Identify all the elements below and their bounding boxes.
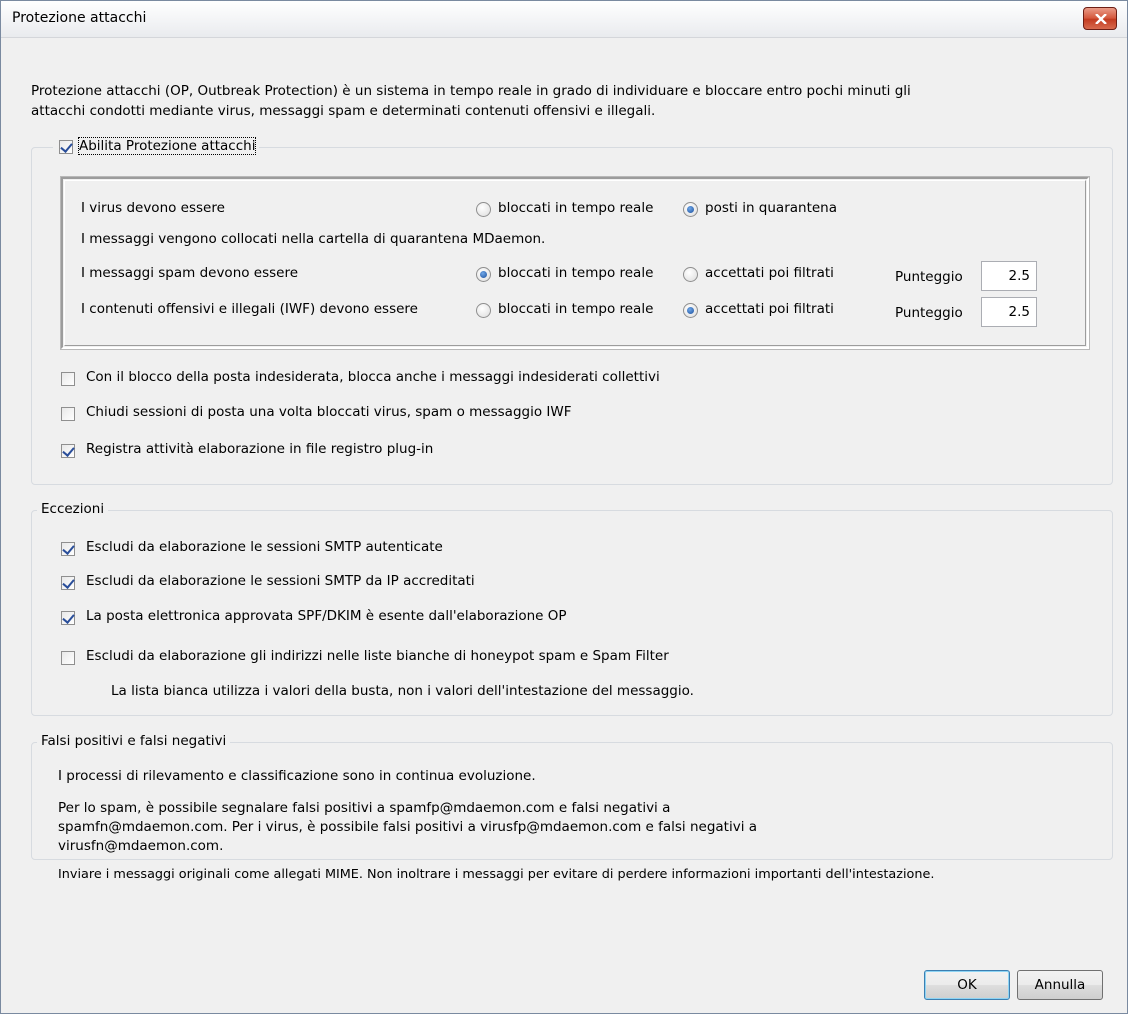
enable-label: Abilita Protezione attacchi (77, 137, 257, 155)
iwf-accept-label[interactable]: accettati poi filtrati (705, 301, 834, 317)
window-title: Protezione attacchi (12, 10, 147, 26)
fp-para-2-line-1: Per lo spam, è possibile segnalare falsi… (58, 800, 671, 816)
spam-block-label[interactable]: bloccati in tempo reale (498, 265, 653, 281)
iwf-block-label[interactable]: bloccati in tempo reale (498, 301, 653, 317)
ok-button[interactable]: OK (924, 970, 1010, 1000)
exclude-auth-label[interactable]: Escludi da elaborazione le sessioni SMTP… (86, 539, 443, 555)
bulk-spam-label[interactable]: Con il blocco della posta indesiderata, … (86, 369, 660, 385)
fp-para-2-line-2: spamfn@mdaemon.com. Per i virus, è possi… (58, 819, 758, 835)
log-activity-label[interactable]: Registra attività elaborazione in file r… (86, 441, 433, 457)
fp-para-2-line-3: virusfn@mdaemon.com. (58, 838, 224, 854)
title-bar: Protezione attacchi (1, 1, 1127, 38)
false-positives-legend: Falsi positivi e falsi negativi (37, 733, 231, 749)
fp-para-1: I processi di rilevamento e classificazi… (58, 768, 536, 784)
iwf-label: I contenuti offensivi e illegali (IWF) d… (81, 301, 418, 317)
whitelist-note: La lista bianca utilizza i valori della … (111, 683, 694, 699)
spam-accept-label[interactable]: accettati poi filtrati (705, 265, 834, 281)
quarantine-note: I messaggi vengono collocati nella carte… (81, 231, 546, 247)
enable-checkbox[interactable] (59, 140, 73, 154)
virus-block-radio[interactable] (476, 202, 491, 217)
enable-legend: Abilita Protezione attacchi (53, 137, 260, 155)
cancel-button[interactable]: Annulla (1017, 970, 1103, 1000)
virus-quarantine-label[interactable]: posti in quarantena (705, 200, 837, 216)
exclude-trusted-ip-checkbox[interactable] (61, 576, 75, 590)
close-sessions-checkbox[interactable] (61, 407, 75, 421)
fp-para-3: Inviare i messaggi originali come allega… (58, 867, 935, 882)
exclude-whitelist-label[interactable]: Escludi da elaborazione gli indirizzi ne… (86, 648, 669, 664)
description-line-2: attacchi condotti mediante virus, messag… (31, 103, 656, 119)
spam-score-input[interactable]: 2.5 (981, 261, 1037, 291)
close-button[interactable] (1083, 7, 1117, 30)
spam-accept-radio[interactable] (683, 267, 698, 282)
iwf-accept-radio[interactable] (683, 303, 698, 318)
virus-block-label[interactable]: bloccati in tempo reale (498, 200, 653, 216)
exclude-trusted-ip-label[interactable]: Escludi da elaborazione le sessioni SMTP… (86, 573, 475, 589)
description: Protezione attacchi (OP, Outbreak Protec… (31, 81, 1091, 121)
iwf-score-label: Punteggio (895, 305, 963, 321)
exceptions-legend: Eccezioni (37, 501, 109, 517)
description-line-1: Protezione attacchi (OP, Outbreak Protec… (31, 83, 911, 99)
bulk-spam-checkbox[interactable] (61, 372, 75, 386)
virus-quarantine-radio[interactable] (683, 202, 698, 217)
close-icon (1095, 14, 1107, 24)
virus-label: I virus devono essere (81, 200, 225, 216)
exclude-auth-checkbox[interactable] (61, 542, 75, 556)
iwf-block-radio[interactable] (476, 303, 491, 318)
spam-block-radio[interactable] (476, 267, 491, 282)
log-activity-checkbox[interactable] (61, 444, 75, 458)
spam-score-label: Punteggio (895, 269, 963, 285)
close-sessions-label[interactable]: Chiudi sessioni di posta una volta blocc… (86, 404, 571, 420)
exclude-whitelist-checkbox[interactable] (61, 651, 75, 665)
iwf-score-input[interactable]: 2.5 (981, 297, 1037, 327)
dialog-window: Protezione attacchi Protezione attacchi … (0, 0, 1128, 1014)
spf-dkim-exempt-label[interactable]: La posta elettronica approvata SPF/DKIM … (86, 608, 567, 624)
spam-label: I messaggi spam devono essere (81, 265, 299, 281)
spf-dkim-exempt-checkbox[interactable] (61, 611, 75, 625)
